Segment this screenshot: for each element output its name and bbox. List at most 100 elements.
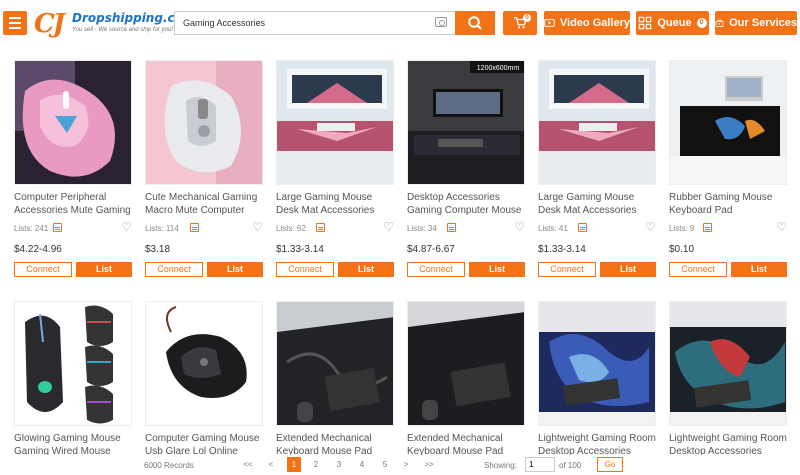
prev-page-button[interactable]: < <box>265 460 277 469</box>
list-button[interactable]: List <box>600 262 656 277</box>
product-photo <box>539 61 655 184</box>
list-icon[interactable] <box>53 223 62 232</box>
list-button[interactable]: List <box>76 262 132 277</box>
heart-icon[interactable]: ♡ <box>383 221 394 233</box>
product-photo <box>277 61 393 184</box>
product-title[interactable]: Cute Mechanical Gaming Macro Mute Comput… <box>145 191 263 217</box>
lists-count: Lists: 41 <box>538 224 568 233</box>
list-button[interactable]: List <box>469 262 525 277</box>
product-photo <box>408 302 524 425</box>
product-title[interactable]: Large Gaming Mouse Desk Mat Accessories <box>276 191 394 217</box>
search-box <box>174 11 455 35</box>
heart-icon[interactable]: ♡ <box>252 221 263 233</box>
product-image[interactable] <box>669 301 787 426</box>
video-gallery-label: Video Gallery <box>559 17 630 29</box>
product-price: $4.22-4.96 <box>14 244 62 255</box>
page-5-button[interactable]: 5 <box>379 460 391 469</box>
product-image[interactable] <box>538 60 656 185</box>
list-button[interactable]: List <box>731 262 787 277</box>
search-icon <box>468 16 482 30</box>
product-photo <box>15 61 131 184</box>
showing-label: Showing: <box>484 461 517 470</box>
product-title[interactable]: Rubber Gaming Mouse Keyboard Pad Accesso… <box>669 191 787 217</box>
search-button[interactable] <box>455 11 495 35</box>
top-header: CJ Dropshipping.com You sell - We source… <box>0 0 800 46</box>
product-photo <box>670 302 786 425</box>
connect-button[interactable]: Connect <box>276 262 334 277</box>
first-page-button[interactable]: << <box>242 460 254 469</box>
list-icon[interactable] <box>578 223 587 232</box>
queue-button[interactable]: Queue 0 <box>636 11 709 35</box>
menu-icon[interactable] <box>3 11 27 35</box>
product-title[interactable]: Desktop Accessories Gaming Computer Mous… <box>407 191 525 217</box>
product-image[interactable] <box>407 301 525 426</box>
lists-count: Lists: 34 <box>407 224 437 233</box>
product-image[interactable] <box>669 60 787 185</box>
pagination: 6000 Records << < 1 2 3 4 5 > >> Showing… <box>0 455 800 475</box>
list-icon[interactable] <box>190 223 199 232</box>
heart-icon[interactable]: ♡ <box>645 221 656 233</box>
list-button[interactable]: List <box>207 262 263 277</box>
page-total: of 100 <box>559 461 582 470</box>
product-image[interactable] <box>14 301 132 426</box>
connect-button[interactable]: Connect <box>407 262 465 277</box>
lists-count: Lists: 114 <box>145 224 179 233</box>
queue-count-badge: 0 <box>696 18 707 28</box>
page-number-input[interactable] <box>525 457 555 472</box>
product-photo <box>146 302 262 425</box>
records-count: 6000 Records <box>144 461 194 470</box>
product-image[interactable]: 1200x600mm <box>407 60 525 185</box>
go-button[interactable]: Go <box>597 457 623 472</box>
lists-count: Lists: 62 <box>276 224 306 233</box>
search-input[interactable] <box>175 12 425 34</box>
product-image[interactable] <box>14 60 132 185</box>
product-title[interactable]: Computer Peripheral Accessories Mute Gam… <box>14 191 132 217</box>
cart-button[interactable]: 0 <box>503 11 537 35</box>
heart-icon[interactable]: ♡ <box>514 221 525 233</box>
page-2-button[interactable]: 2 <box>310 460 322 469</box>
connect-button[interactable]: Connect <box>145 262 203 277</box>
video-icon <box>544 19 555 27</box>
connect-button[interactable]: Connect <box>538 262 596 277</box>
connect-button[interactable]: Connect <box>669 262 727 277</box>
camera-icon[interactable] <box>435 17 447 27</box>
heart-icon[interactable]: ♡ <box>121 221 132 233</box>
page-4-button[interactable]: 4 <box>356 460 368 469</box>
lists-row: Lists: 9 ♡ <box>669 221 787 235</box>
queue-icon <box>639 16 652 30</box>
heart-icon[interactable]: ♡ <box>776 221 787 233</box>
product-title[interactable]: Large Gaming Mouse Desk Mat Accessories <box>538 191 656 217</box>
product-image[interactable] <box>276 60 394 185</box>
last-page-button[interactable]: >> <box>423 460 435 469</box>
product-image[interactable] <box>276 301 394 426</box>
product-image[interactable] <box>538 301 656 426</box>
page-1-button[interactable]: 1 <box>287 457 301 472</box>
list-icon[interactable] <box>316 223 325 232</box>
size-label: 1200x600mm <box>477 65 520 72</box>
product-price: $4.87-6.67 <box>407 244 455 255</box>
lists-count: Lists: 9 <box>669 224 695 233</box>
cart-count-badge: 0 <box>523 14 531 22</box>
list-icon[interactable] <box>703 223 712 232</box>
our-services-button[interactable]: Our Services <box>715 11 797 35</box>
product-price: $1.33-3.14 <box>538 244 586 255</box>
connect-button[interactable]: Connect <box>14 262 72 277</box>
list-icon[interactable] <box>447 223 456 232</box>
product-price: $0.10 <box>669 244 695 255</box>
product-image[interactable] <box>145 301 263 426</box>
product-photo <box>146 61 262 184</box>
video-gallery-button[interactable]: Video Gallery <box>544 11 630 35</box>
product-price: $1.33-3.14 <box>276 244 324 255</box>
logo-mark: CJ <box>34 9 65 39</box>
lists-row: Lists: 114 ♡ <box>145 221 263 235</box>
product-image[interactable] <box>145 60 263 185</box>
list-button[interactable]: List <box>338 262 394 277</box>
our-services-label: Our Services <box>729 17 797 29</box>
lists-row: Lists: 41 ♡ <box>538 221 656 235</box>
page-3-button[interactable]: 3 <box>333 460 345 469</box>
product-photo <box>670 61 786 184</box>
queue-label: Queue <box>657 17 692 29</box>
logo[interactable]: CJ Dropshipping.com You sell - We source… <box>34 6 195 40</box>
next-page-button[interactable]: > <box>400 460 412 469</box>
logo-tagline: You sell - We source and ship for you! <box>72 27 173 33</box>
